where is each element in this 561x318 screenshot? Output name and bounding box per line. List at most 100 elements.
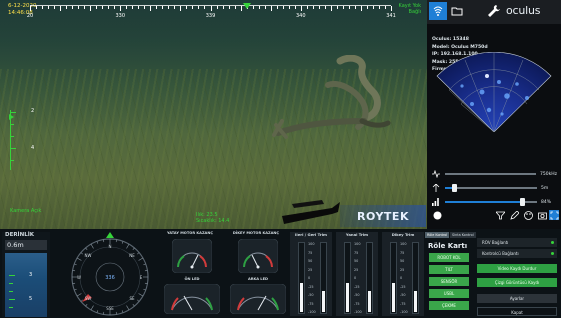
depth-value: 0.6m	[5, 240, 47, 250]
depth-tick-label: 3	[29, 272, 33, 278]
ruler-tick	[162, 6, 164, 9]
ruler-tick	[391, 6, 392, 11]
connection-status: Bağlı	[408, 9, 421, 15]
ruler-tick	[234, 6, 236, 9]
sonar-panel: oculus Oculus: 15348 Model: Oculus M750d…	[427, 0, 561, 229]
camera-state-text: Kamera Açık	[10, 208, 42, 214]
compass-heading-marker-icon	[106, 232, 114, 238]
ruler-tick	[144, 6, 146, 9]
folder-tab[interactable]	[448, 2, 466, 20]
range-slider[interactable]	[445, 184, 537, 192]
trim-slider[interactable]	[390, 242, 397, 314]
compass: N NE E SE SSE SW W NW 336	[62, 232, 158, 318]
gain-slider[interactable]	[445, 198, 537, 206]
rov-connection-status: ROV Bağlantı	[477, 238, 557, 247]
front-led-title: ÖN LED	[184, 277, 200, 281]
robot-arm-overlay	[282, 200, 340, 224]
settings-button[interactable]: Ayarlar	[477, 294, 557, 303]
trim-tick-label: 0	[354, 276, 357, 280]
ruler-tick	[366, 6, 368, 9]
ruler-tick	[252, 6, 254, 9]
ruler-tick	[342, 6, 344, 9]
ruler-tick	[288, 6, 290, 9]
compass-ne-label: NE	[129, 253, 135, 258]
usbl-relay-button[interactable]: USBL	[429, 289, 469, 298]
trim-tick-label: 75	[400, 250, 405, 255]
ruler-tick	[378, 6, 380, 9]
depth-label: DERİNLİK	[5, 232, 35, 238]
filter-icon	[495, 211, 505, 219]
compass-heading-value: 336	[105, 275, 115, 281]
wrench-icon[interactable]	[487, 4, 501, 18]
sonar-tab[interactable]	[429, 2, 447, 20]
logo-text: ROYTEK	[357, 209, 409, 223]
line-image-record-button[interactable]: Çizgi Görüntüsü Kaydı	[477, 278, 557, 287]
oculus-brand: oculus	[506, 4, 541, 17]
ruler-tick	[120, 6, 122, 11]
palette-button[interactable]	[523, 210, 533, 220]
ruler-tick	[72, 6, 74, 9]
tab-sinta-control[interactable]: Sinta Kontrol	[450, 232, 476, 238]
close-button[interactable]: Kapat	[477, 307, 557, 316]
trim-tick-label: 50	[308, 259, 313, 263]
ruler-tick	[336, 6, 338, 9]
trim-tick-label: 25	[308, 267, 313, 272]
camera-status: Kayıt Yok Bağlı	[399, 3, 422, 15]
trim-slider[interactable]	[412, 242, 419, 314]
tilt-relay-button[interactable]: TILT	[429, 265, 469, 274]
ruler-tick	[384, 6, 386, 9]
device-info-line: Model: Oculus M750d	[432, 44, 488, 50]
range-arrows-icon	[431, 184, 441, 192]
trim-tick-label: -50	[354, 293, 360, 297]
sensor-line: Sıcaklık: 14.4	[196, 218, 230, 224]
ruler-tick	[372, 6, 374, 9]
depth-tick-label: 5	[29, 296, 33, 302]
ruler-button[interactable]	[509, 210, 519, 220]
tab-relay-control[interactable]: Röle Kontrol	[425, 232, 450, 238]
gain-slider-knob[interactable]	[520, 198, 526, 206]
lateral-trim-panel: Yanal Trim 100 75 50 25 0 -25 -50 -75 -100	[336, 232, 378, 316]
range-slider-knob[interactable]	[452, 184, 458, 192]
compass-se-label: SE	[129, 296, 135, 301]
trim-tick-label: 50	[354, 259, 359, 263]
rear-led-title: ARKA LED	[247, 277, 269, 281]
sensor-relay-button[interactable]: SENSÖR	[429, 277, 469, 286]
trim-tick-label: 100	[400, 242, 407, 246]
robot-arm-relay-button[interactable]: ROBOT KOL	[429, 253, 469, 262]
trim-slider[interactable]	[298, 242, 305, 314]
ruler-tick	[330, 6, 332, 11]
frequency-row: 750kHz	[431, 170, 557, 178]
ruler-tick	[138, 6, 140, 9]
ruler-tick	[240, 6, 242, 11]
trim-slider[interactable]	[320, 242, 327, 314]
pulse-icon	[431, 170, 441, 178]
trim-slider[interactable]	[366, 242, 373, 314]
vertical-gain-gauge	[238, 239, 278, 273]
pull-relay-button[interactable]: ÇEKME	[429, 301, 469, 310]
compass-n-label: N	[109, 244, 112, 249]
folder-icon	[451, 7, 463, 16]
trim-tick-label: 25	[354, 267, 359, 272]
ruler-tick	[306, 6, 308, 9]
status-label: ROV Bağlantı	[482, 240, 509, 245]
trim-tick-label: -100	[354, 310, 362, 314]
record-toggle-button[interactable]	[432, 210, 442, 220]
ruler-tick	[324, 6, 326, 9]
ruler-tick	[186, 6, 188, 9]
ruler-tick	[102, 6, 104, 9]
fullscreen-button[interactable]	[549, 210, 559, 220]
ruler-tick	[126, 6, 128, 9]
ruler-tick	[54, 6, 56, 9]
ruler-label: 339	[205, 13, 216, 19]
trim-title: Dikey Trim	[391, 232, 415, 237]
snapshot-button[interactable]	[537, 210, 547, 220]
filter-button[interactable]	[495, 210, 505, 220]
status-dot-icon	[551, 241, 554, 244]
stop-video-record-button[interactable]: Video Kaydı Durdur	[477, 264, 557, 273]
trim-tick-label: -50	[400, 293, 406, 297]
trim-ticks: 100 75 50 25 0 -25 -50 -75 -100	[354, 242, 366, 314]
vertical-gain-title: DİKEY MOTOR KAZANÇ	[232, 231, 280, 235]
trim-tick-label: -75	[400, 301, 406, 306]
trim-slider[interactable]	[344, 242, 351, 314]
ruler-tick	[114, 6, 116, 9]
